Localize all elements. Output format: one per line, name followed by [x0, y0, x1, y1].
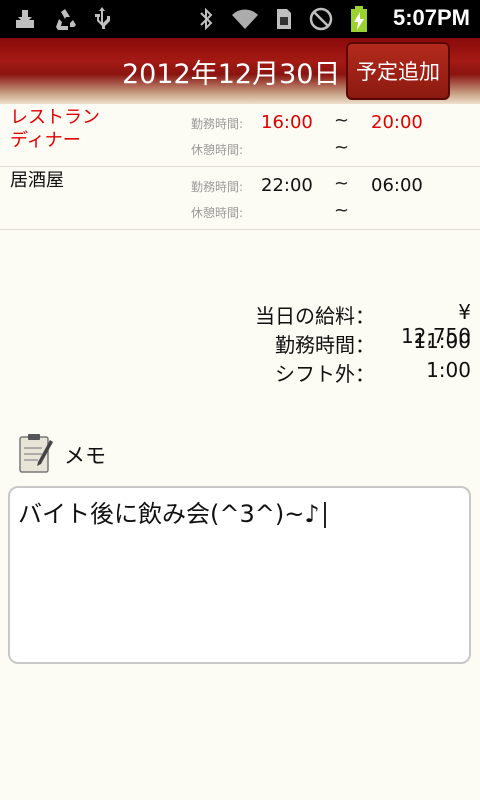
recycle-icon	[52, 7, 78, 31]
status-bar: 5:07PM	[0, 0, 480, 38]
off-shift-label: シフト外：	[275, 362, 375, 386]
memo-text: バイト後に飲み会(^3^)~♪	[18, 500, 320, 528]
memo-text-wrap: バイト後に飲み会(^3^)~♪	[18, 494, 326, 529]
daily-summary: 当日の給料： ¥ 12,750 勤務時間： 11:00 シフト外： 1:00	[171, 300, 471, 387]
break-time-label: 休憩時間:	[191, 143, 244, 157]
wifi-icon	[230, 7, 260, 31]
memo-textarea[interactable]: バイト後に飲み会(^3^)~♪	[8, 486, 471, 664]
bluetooth-icon	[198, 7, 214, 31]
off-shift-value: 1:00	[426, 358, 471, 382]
memo-clipboard-icon	[18, 432, 54, 474]
salary-row: 当日の給料： ¥ 12,750	[171, 300, 471, 348]
work-time-separator: ~	[334, 110, 350, 131]
battery-charging-icon	[349, 6, 369, 32]
break-time-separator: ~	[334, 200, 350, 221]
text-cursor	[323, 502, 326, 528]
off-shift-row: シフト外： 1:00	[171, 358, 471, 387]
shift-shop-name: 居酒屋	[10, 170, 64, 191]
status-time: 5:07PM	[392, 5, 470, 30]
break-time-separator: ~	[334, 137, 350, 158]
work-time-label: 勤務時間:	[191, 180, 244, 194]
work-hours-label: 勤務時間：	[275, 333, 375, 357]
add-schedule-button[interactable]: 予定追加	[346, 42, 450, 100]
work-start-time: 22:00	[261, 175, 313, 196]
date-title: 2012年12月30日	[122, 59, 341, 90]
shift-shop-name: レストラン ディナー	[10, 107, 100, 151]
shift-row[interactable]: レストラン ディナー 勤務時間: 16:00 ~ 20:00 休憩時間: ~	[0, 104, 480, 167]
work-hours-row: 勤務時間： 11:00	[171, 329, 471, 358]
work-start-time: 16:00	[261, 112, 313, 133]
download-icon	[14, 7, 36, 31]
title-bar: 2012年12月30日 予定追加	[0, 38, 480, 104]
memo-label: メモ	[64, 444, 106, 468]
work-end-time: 06:00	[371, 175, 423, 196]
sim-icon	[275, 7, 293, 31]
break-time-label: 休憩時間:	[191, 206, 244, 220]
work-time-label: 勤務時間:	[191, 117, 244, 131]
usb-icon	[92, 7, 112, 31]
no-signal-icon	[308, 7, 334, 31]
salary-label: 当日の給料：	[255, 304, 375, 328]
salary-value: ¥ 12,750	[401, 300, 471, 348]
work-hours-value: 11:00	[413, 329, 471, 353]
work-time-separator: ~	[334, 173, 350, 194]
work-end-time: 20:00	[371, 112, 423, 133]
shift-row[interactable]: 居酒屋 勤務時間: 22:00 ~ 06:00 休憩時間: ~	[0, 167, 480, 230]
